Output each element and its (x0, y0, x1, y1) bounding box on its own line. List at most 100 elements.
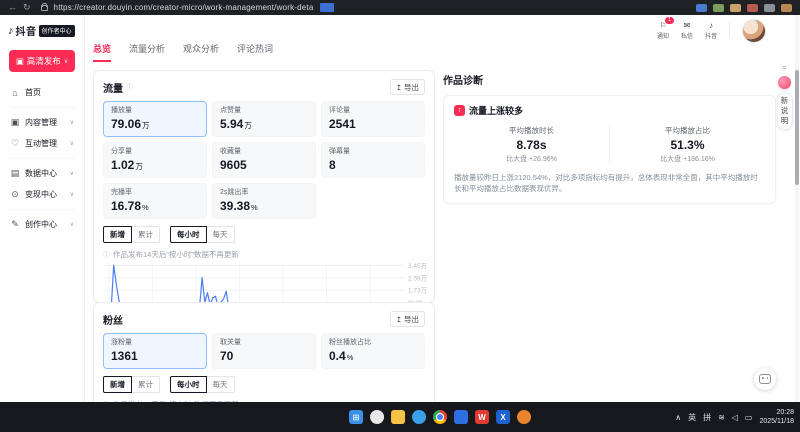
ime-en[interactable]: 英 (688, 412, 696, 423)
extension-icon[interactable] (696, 4, 707, 12)
diagnosis-box: ↑ 流量上涨较多 平均播放时长8.78s比大盘 +26.96%平均播放占比51.… (443, 95, 776, 204)
stat-card-弹幕量[interactable]: 弹幕量8 (321, 142, 425, 178)
toggle-每天[interactable]: 每天 (207, 226, 235, 243)
tab-流量分析[interactable]: 流量分析 (129, 42, 165, 62)
toggle-累计[interactable]: 累计 (132, 226, 160, 243)
taskbar-icon-app-orange[interactable] (517, 410, 531, 424)
stat-card-取关量[interactable]: 取关量70 (212, 333, 316, 369)
sidebar-item-创作中心[interactable]: ✎创作中心∨ (0, 214, 84, 235)
scrollbar-thumb[interactable] (795, 70, 799, 185)
help-vertical-tab[interactable]: 新说明 (777, 92, 793, 130)
chevron-up-icon[interactable]: ∧ (675, 413, 681, 422)
taskbar-icon-search[interactable] (370, 410, 384, 424)
info-icon[interactable]: ⓘ (126, 82, 133, 92)
taskbar-icon-excel[interactable]: X (496, 410, 510, 424)
extension-icon[interactable] (747, 4, 758, 12)
chevron-down-icon: ∨ (70, 221, 74, 228)
stat-label: 涨粉量 (111, 337, 199, 347)
diagnosis-card: 作品诊断 ↑ 流量上涨较多 平均播放时长8.78s比大盘 +26.96%平均播放… (443, 70, 776, 198)
taskbar-clock[interactable]: 20:28 2025/11/18 (759, 408, 794, 427)
clock-date: 2025/11/18 (759, 417, 794, 426)
extension-icon[interactable] (764, 4, 775, 12)
url-text[interactable]: https://creator.douyin.com/creator-micro… (54, 3, 314, 12)
sidebar-item-变现中心[interactable]: ⊙变现中心∨ (0, 184, 84, 205)
sidebar-item-互动管理[interactable]: ♡互动管理∨ (0, 133, 84, 154)
header-action-抖音[interactable]: ♪抖音 (705, 21, 717, 40)
ime-pinyin[interactable]: 拼 (703, 412, 711, 423)
stat-value: 9605 (220, 158, 308, 172)
taskbar-icon-start[interactable]: ⊞ (349, 410, 363, 424)
stat-card-粉丝播放占比[interactable]: 粉丝播放占比0.4% (321, 333, 425, 369)
taskbar-icon-store[interactable] (454, 410, 468, 424)
avatar[interactable] (742, 19, 766, 43)
stat-card-评论量[interactable]: 评论量2541 (321, 101, 425, 137)
divider (729, 23, 730, 37)
fans-card: 粉丝 ↥ 导出 涨粉量1361取关量70粉丝播放占比0.4% 新增累计每小时每天… (93, 302, 435, 402)
extension-icon[interactable] (730, 4, 741, 12)
divider (10, 209, 74, 210)
stat-value: 39.38% (220, 199, 308, 213)
sidebar-item-首页[interactable]: ⌂首页 (0, 82, 84, 103)
volume-icon[interactable]: ◁ (732, 413, 738, 422)
stat-card-涨粉量[interactable]: 涨粉量1361 (103, 333, 207, 369)
stat-label: 分享量 (111, 146, 199, 156)
stat-card-播放量[interactable]: 播放量79.06万 (103, 101, 207, 137)
stat-card-收藏量[interactable]: 收藏量9605 (212, 142, 316, 178)
monetize-icon: ⊙ (10, 189, 20, 200)
chevron-down-icon: ∨ (70, 170, 74, 177)
diagnosis-metric: 平均播放占比51.3%比大盘 +186.16% (609, 125, 765, 164)
extension-icon[interactable] (713, 4, 724, 12)
tab-观众分析[interactable]: 观众分析 (183, 42, 219, 62)
stat-card-2s跳出率[interactable]: 2s跳出率39.38% (212, 183, 316, 219)
header-action-label: 抖音 (705, 31, 717, 40)
stat-card-分享量[interactable]: 分享量1.02万 (103, 142, 207, 178)
wifi-icon[interactable]: ≋ (718, 413, 725, 422)
lock-icon (41, 5, 48, 11)
tab-评论热词[interactable]: 评论热词 (237, 42, 273, 62)
sidebar-item-数据中心[interactable]: ▤数据中心∨ (0, 163, 84, 184)
toggle-新增[interactable]: 新增 (103, 226, 132, 243)
assistant-fab[interactable] (754, 368, 776, 390)
toggle-每小时[interactable]: 每小时 (170, 376, 207, 393)
refresh-icon[interactable]: ↻ (23, 0, 31, 15)
header-action-私信[interactable]: ✉私信 (681, 21, 693, 40)
header-action-label: 通知 (657, 31, 669, 40)
stat-label: 完播率 (111, 187, 199, 197)
stat-value: 2541 (329, 117, 417, 131)
toggle-每小时[interactable]: 每小时 (170, 226, 207, 243)
sidebar-item-label: 变现中心 (25, 189, 57, 200)
tab-总览[interactable]: 总览 (93, 42, 111, 62)
douyin-icon: ♪ (709, 21, 713, 30)
stat-card-点赞量[interactable]: 点赞量5.94万 (212, 101, 316, 137)
toggle-每天[interactable]: 每天 (207, 376, 235, 393)
page-scrollbar[interactable] (795, 15, 799, 402)
taskbar-icons: ⊞ WX (349, 410, 531, 424)
publish-button[interactable]: ▣ 高清发布 ∨ (9, 50, 75, 72)
export-button[interactable]: ↥ 导出 (390, 79, 425, 95)
interaction-icon: ♡ (10, 138, 20, 149)
hourly-note: 作品发布14天后“按小时”数据不再更新 (113, 249, 239, 260)
toggle-新增[interactable]: 新增 (103, 376, 132, 393)
header-action-通知[interactable]: ⚐通知1 (657, 21, 669, 40)
widget-mini-icon[interactable]: ⌗ (783, 65, 787, 73)
metric-label: 平均播放占比 (610, 125, 765, 136)
taskbar-icon-wps[interactable]: W (475, 410, 489, 424)
diagnosis-metrics: 平均播放时长8.78s比大盘 +26.96%平均播放占比51.3%比大盘 +18… (454, 125, 765, 164)
tabs-bar: 总览流量分析观众分析评论热词 (93, 42, 273, 62)
logo[interactable]: ♪ 抖音 创作者中心 (0, 15, 84, 42)
export-button[interactable]: ↥ 导出 (390, 311, 425, 327)
battery-icon[interactable]: ▭ (745, 413, 753, 422)
taskbar-icon-chrome[interactable] (433, 410, 447, 424)
toggle-累计[interactable]: 累计 (132, 376, 160, 393)
toggle-group: 每小时每天 (170, 226, 235, 243)
sidebar-item-内容管理[interactable]: ▣内容管理∨ (0, 112, 84, 133)
stat-card-完播率[interactable]: 完播率 16.78% (103, 183, 207, 219)
stat-value: 16.78% (111, 199, 199, 213)
back-icon[interactable]: ← (8, 0, 17, 15)
system-tray: ∧ 英拼 ≋ ◁ ▭ 20:28 2025/11/18 (675, 408, 794, 427)
taskbar-icon-edge[interactable] (412, 410, 426, 424)
taskbar-icon-explorer[interactable] (391, 410, 405, 424)
extension-icon[interactable] (781, 4, 792, 12)
activity-ball-icon[interactable] (778, 76, 791, 89)
header-action-label: 私信 (681, 31, 693, 40)
